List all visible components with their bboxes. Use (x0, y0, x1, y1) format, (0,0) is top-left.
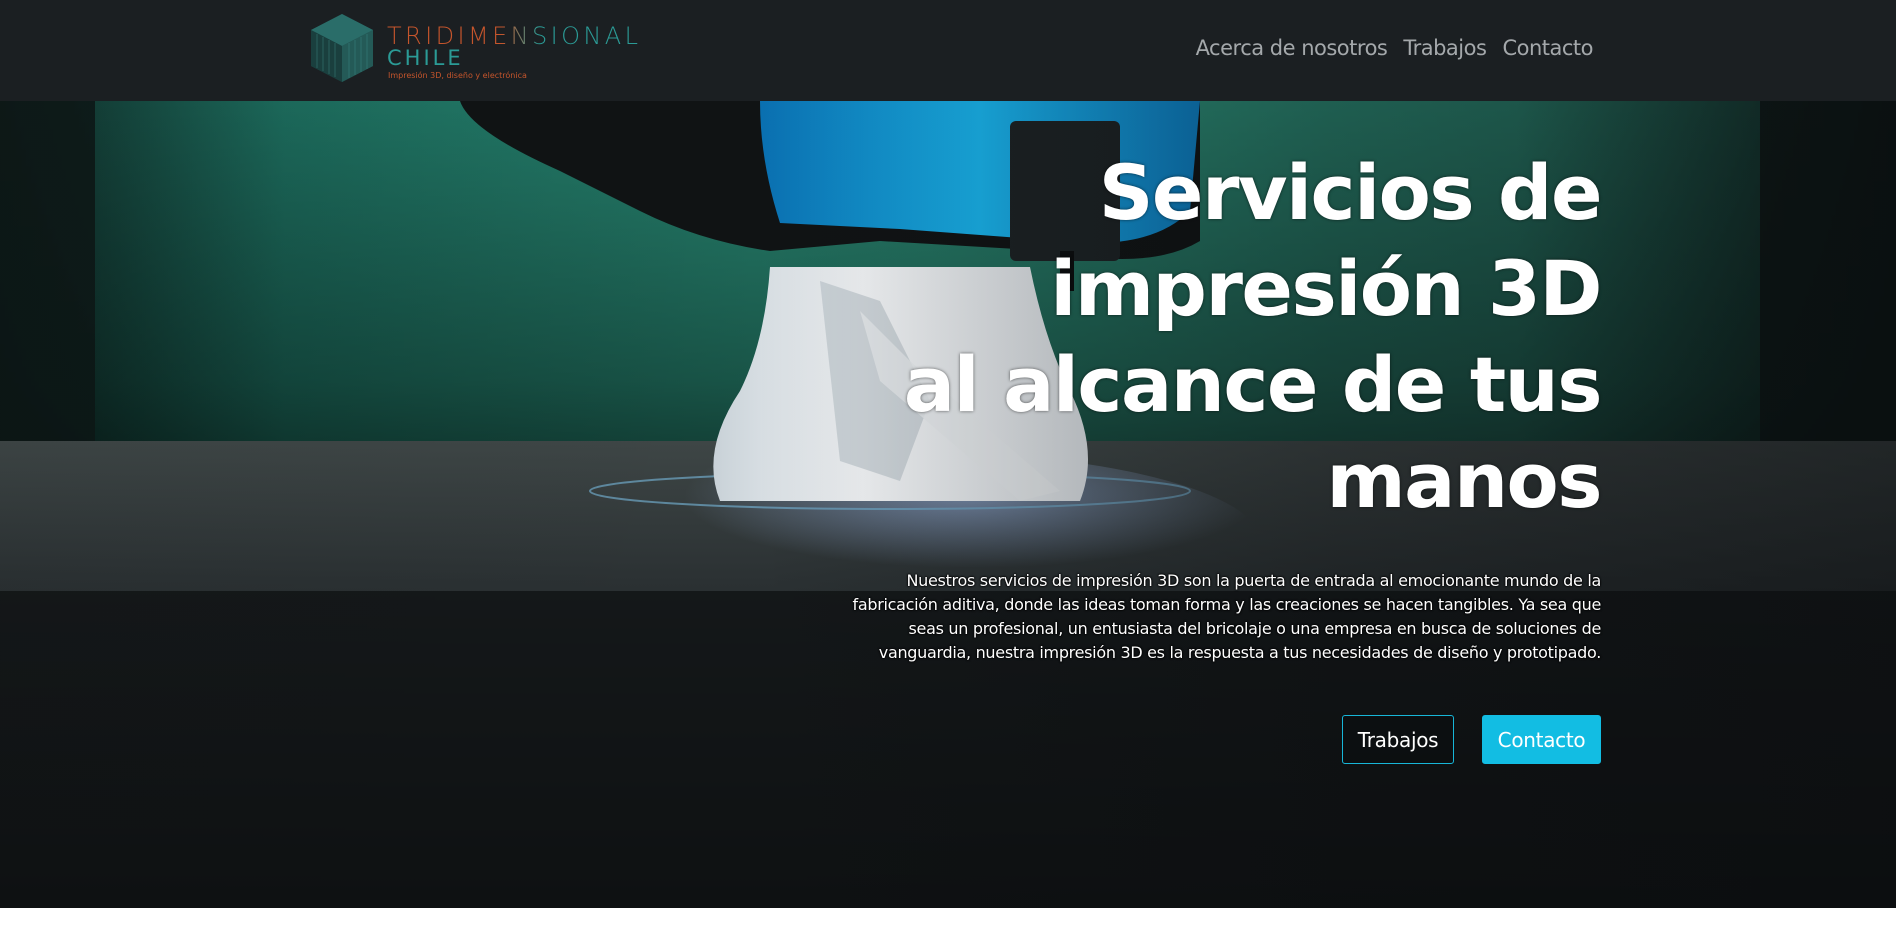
hero-title-line-1: Servicios de (1098, 148, 1603, 237)
hero-title-line-2: impresión 3D (1050, 244, 1602, 333)
works-button[interactable]: Trabajos (1342, 715, 1454, 764)
hero-title-line-4: manos (1326, 436, 1602, 525)
brand-tagline: Impresión 3D, diseño y electrónica (388, 71, 527, 80)
navbar: TRIDIMENSIONAL CHILE Impresión 3D, diseñ… (0, 0, 1896, 101)
brand-logo[interactable]: TRIDIMENSIONAL CHILE Impresión 3D, diseñ… (309, 12, 638, 86)
hero-section: Servicios de impresión 3D al alcance de … (0, 101, 1896, 908)
nav-link-about[interactable]: Acerca de nosotros (1196, 36, 1388, 60)
nav-link-contact[interactable]: Contacto (1502, 36, 1593, 60)
cube-logo-icon (311, 14, 373, 82)
main-nav: Acerca de nosotros Trabajos Contacto (1196, 36, 1594, 60)
contact-button[interactable]: Contacto (1482, 715, 1601, 764)
hero-description: Nuestros servicios de impresión 3D son l… (852, 571, 1602, 662)
hero-title: Servicios de impresión 3D al alcance de … (701, 145, 1603, 529)
brand-name-line2: CHILE (387, 46, 464, 70)
hero-title-line-3: al alcance de tus (903, 340, 1603, 429)
nav-link-works[interactable]: Trabajos (1403, 36, 1487, 60)
